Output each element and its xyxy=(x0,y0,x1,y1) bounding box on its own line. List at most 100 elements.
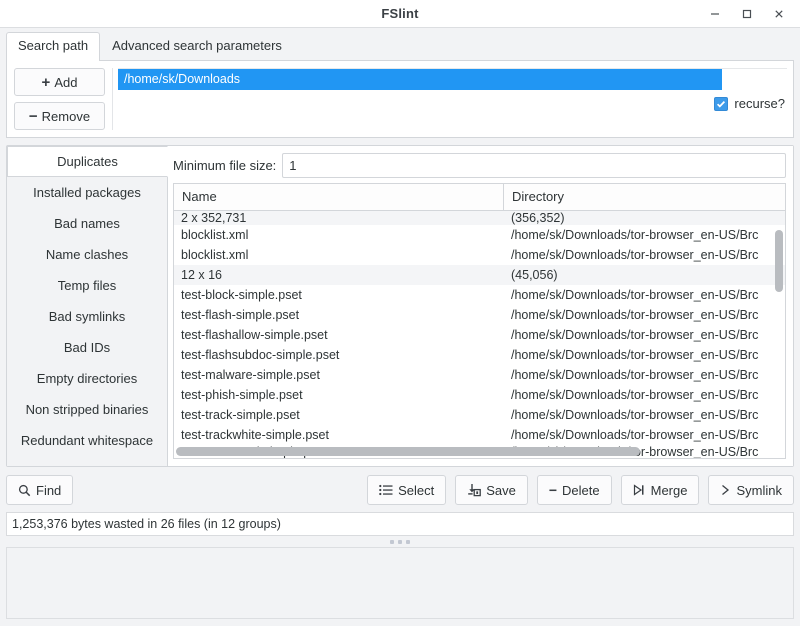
select-button[interactable]: Select xyxy=(367,475,446,505)
window-controls xyxy=(700,0,794,28)
sidebar-item-redundant-whitespace[interactable]: Redundant whitespace xyxy=(7,425,167,456)
cell-directory: /home/sk/Downloads/tor-browser_en-US/Brc xyxy=(504,308,785,322)
cell-directory: /home/sk/Downloads/tor-browser_en-US/Brc xyxy=(504,348,785,362)
sidebar-item-name-clashes[interactable]: Name clashes xyxy=(7,239,167,270)
duplicates-pane: Minimum file size: Name Directory 2 x 35… xyxy=(168,146,793,466)
tree-header: Name Directory xyxy=(174,184,785,211)
table-row[interactable]: test-flash-simple.pset /home/sk/Download… xyxy=(174,305,785,325)
remove-path-button[interactable]: − Remove xyxy=(14,102,105,130)
table-row[interactable]: test-flashsubdoc-simple.pset /home/sk/Do… xyxy=(174,345,785,365)
merge-label: Merge xyxy=(651,483,688,498)
merge-button[interactable]: Merge xyxy=(621,475,700,505)
cell-name: test-flashsubdoc-simple.pset xyxy=(174,348,504,362)
minus-icon: − xyxy=(549,483,557,497)
path-list-item[interactable]: /home/sk/Downloads xyxy=(118,69,722,90)
save-label: Save xyxy=(486,483,516,498)
add-path-label: Add xyxy=(54,75,77,90)
tab-search-path[interactable]: Search path xyxy=(6,32,100,60)
maximize-button[interactable] xyxy=(732,1,762,27)
chevron-right-icon xyxy=(720,484,731,496)
output-panel[interactable] xyxy=(6,547,794,619)
scrollbar-thumb[interactable] xyxy=(775,230,783,292)
search-path-panel: + Add − Remove /home/sk/Downloads recurs… xyxy=(6,60,794,138)
sidebar-item-duplicates[interactable]: Duplicates xyxy=(7,146,168,177)
cell-directory: (356,352) xyxy=(504,211,785,225)
min-size-input[interactable] xyxy=(282,153,786,178)
splitter-dot xyxy=(398,540,402,544)
sidebar-item-installed-packages[interactable]: Installed packages xyxy=(7,177,167,208)
tree-rows[interactable]: 2 x 352,731 (356,352) blocklist.xml /hom… xyxy=(174,211,785,458)
tree-horizontal-scrollbar[interactable] xyxy=(176,447,771,456)
status-text: 1,253,376 bytes wasted in 26 files (in 1… xyxy=(12,517,281,531)
remove-path-label: Remove xyxy=(42,109,90,124)
action-toolbar: Find Select Save − Delete xyxy=(6,474,794,506)
table-row[interactable]: test-flashallow-simple.pset /home/sk/Dow… xyxy=(174,325,785,345)
sidebar-item-empty-directories[interactable]: Empty directories xyxy=(7,363,167,394)
results-tree: Name Directory 2 x 352,731 (356,352) blo… xyxy=(173,183,786,459)
cell-directory: /home/sk/Downloads/tor-browser_en-US/Brc xyxy=(504,388,785,402)
path-list[interactable]: /home/sk/Downloads xyxy=(118,68,787,130)
column-header-name[interactable]: Name xyxy=(174,184,504,211)
cell-name: test-block-simple.pset xyxy=(174,288,504,302)
minus-icon: − xyxy=(29,109,38,124)
checkbox-checked-icon xyxy=(714,97,728,111)
results-area: Duplicates Installed packages Bad names … xyxy=(6,145,794,467)
status-bar: 1,253,376 bytes wasted in 26 files (in 1… xyxy=(6,512,794,536)
find-button[interactable]: Find xyxy=(6,475,73,505)
sidebar-item-bad-symlinks[interactable]: Bad symlinks xyxy=(7,301,167,332)
sidebar-item-temp-files[interactable]: Temp files xyxy=(7,270,167,301)
plus-icon: + xyxy=(42,75,51,90)
cell-name: test-track-simple.pset xyxy=(174,408,504,422)
symlink-button[interactable]: Symlink xyxy=(708,475,794,505)
table-row[interactable]: 12 x 16 (45,056) xyxy=(174,265,785,285)
cell-name: 12 x 16 xyxy=(174,268,504,282)
minimize-button[interactable] xyxy=(700,1,730,27)
save-button[interactable]: Save xyxy=(455,475,528,505)
table-row[interactable]: 2 x 352,731 (356,352) xyxy=(174,211,785,225)
close-button[interactable] xyxy=(764,1,794,27)
add-path-button[interactable]: + Add xyxy=(14,68,105,96)
table-row[interactable]: test-block-simple.pset /home/sk/Download… xyxy=(174,285,785,305)
cell-name: test-trackwhite-simple.pset xyxy=(174,428,504,442)
scrollbar-thumb[interactable] xyxy=(176,447,640,456)
min-size-label: Minimum file size: xyxy=(173,158,276,173)
table-row[interactable]: blocklist.xml /home/sk/Downloads/tor-bro… xyxy=(174,225,785,245)
table-row[interactable]: test-track-simple.pset /home/sk/Download… xyxy=(174,405,785,425)
column-header-directory[interactable]: Directory xyxy=(504,184,785,211)
select-label: Select xyxy=(398,483,434,498)
table-row[interactable]: test-phish-simple.pset /home/sk/Download… xyxy=(174,385,785,405)
cell-directory: /home/sk/Downloads/tor-browser_en-US/Brc xyxy=(504,428,785,442)
cell-name: blocklist.xml xyxy=(174,228,504,242)
category-sidebar: Duplicates Installed packages Bad names … xyxy=(7,146,168,466)
recurse-label: recurse? xyxy=(734,96,785,111)
sidebar-item-non-stripped-binaries[interactable]: Non stripped binaries xyxy=(7,394,167,425)
cell-directory: /home/sk/Downloads/tor-browser_en-US/Brc xyxy=(504,368,785,382)
cell-name: test-malware-simple.pset xyxy=(174,368,504,382)
path-list-wrapper: /home/sk/Downloads xyxy=(112,68,787,130)
search-icon xyxy=(18,484,31,497)
panel-splitter[interactable] xyxy=(6,536,794,547)
cell-directory: /home/sk/Downloads/tor-browser_en-US/Brc xyxy=(504,328,785,342)
min-size-row: Minimum file size: xyxy=(173,152,786,178)
cell-name: test-flash-simple.pset xyxy=(174,308,504,322)
list-icon xyxy=(379,484,393,496)
sidebar-item-bad-ids[interactable]: Bad IDs xyxy=(7,332,167,363)
table-row[interactable]: test-malware-simple.pset /home/sk/Downlo… xyxy=(174,365,785,385)
search-notebook: Search path Advanced search parameters +… xyxy=(0,28,800,138)
cell-directory: /home/sk/Downloads/tor-browser_en-US/Brc xyxy=(504,228,785,242)
sidebar-item-bad-names[interactable]: Bad names xyxy=(7,208,167,239)
cell-directory: /home/sk/Downloads/tor-browser_en-US/Brc xyxy=(504,408,785,422)
delete-button[interactable]: − Delete xyxy=(537,475,612,505)
cell-directory: /home/sk/Downloads/tor-browser_en-US/Brc xyxy=(504,248,785,262)
table-row[interactable]: test-trackwhite-simple.pset /home/sk/Dow… xyxy=(174,425,785,445)
tree-vertical-scrollbar[interactable] xyxy=(775,214,783,442)
table-row[interactable]: blocklist.xml /home/sk/Downloads/tor-bro… xyxy=(174,245,785,265)
notebook-tab-row: Search path Advanced search parameters xyxy=(6,32,794,60)
tab-advanced-search-parameters[interactable]: Advanced search parameters xyxy=(100,32,294,60)
action-buttons: Select Save − Delete Merge xyxy=(367,475,794,505)
find-label: Find xyxy=(36,483,61,498)
cell-name: 2 x 352,731 xyxy=(174,211,504,225)
recurse-checkbox[interactable]: recurse? xyxy=(714,96,785,111)
splitter-dot xyxy=(406,540,410,544)
path-buttons: + Add − Remove xyxy=(14,68,112,130)
